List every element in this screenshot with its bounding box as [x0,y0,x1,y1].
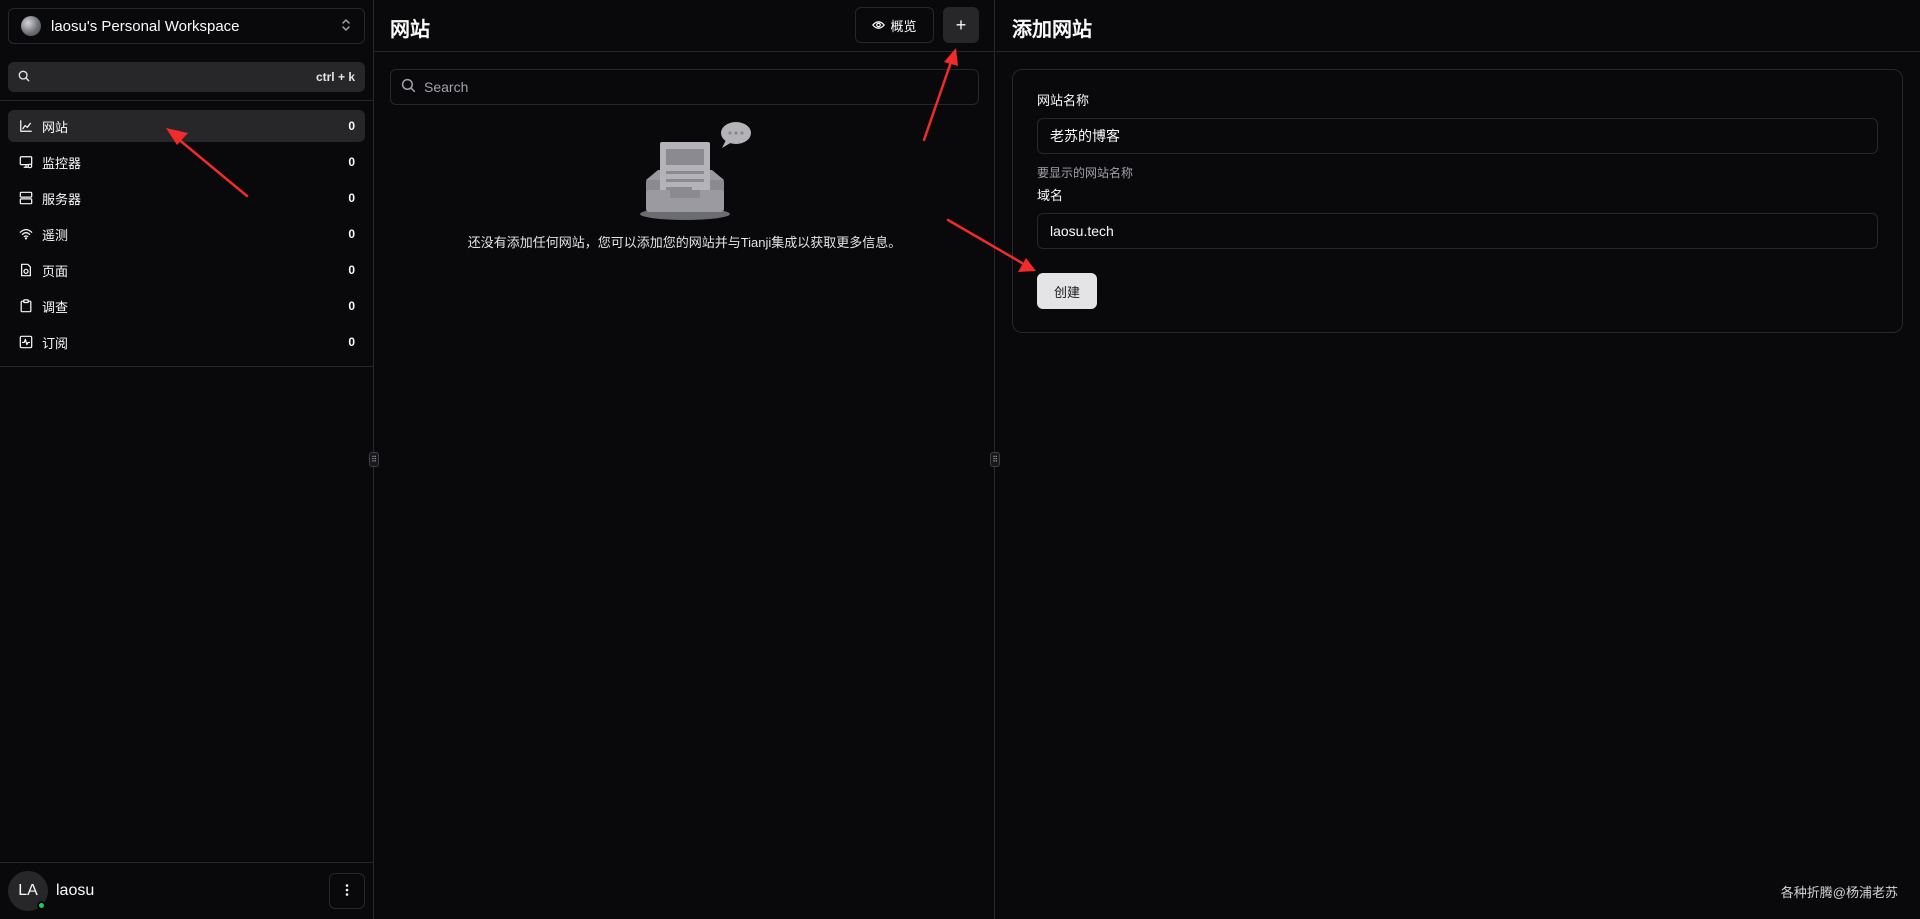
sidebar-item-label: 页面 [42,263,69,279]
sidebar-item-label: 遥测 [42,227,69,243]
search-icon [401,78,416,96]
sidebar-item-count: 0 [348,119,355,133]
workspace-avatar [21,16,41,36]
file-icon [18,262,34,278]
eye-icon [872,18,886,33]
sidebar-item-count: 0 [348,299,355,313]
workspace-switcher[interactable]: laosu's Personal Workspace [8,8,365,44]
add-website-header: 添加网站 [996,0,1920,52]
sidebar-item-count: 0 [348,227,355,241]
sidebar-item-count: 0 [348,263,355,277]
website-name-hint: 要显示的网站名称 [1037,166,1134,180]
website-name-label: 网站名称 [1037,93,1090,108]
sidebar-item-websites[interactable]: 网站 0 [8,110,365,142]
overview-label: 概览 [890,18,917,34]
wifi-icon [18,226,34,242]
server-icon [18,190,34,206]
sidebar-item-label: 监控器 [42,155,82,171]
sidebar: laosu's Personal Workspace ctrl + k 网站 0 [0,0,374,919]
domain-label: 域名 [1037,188,1064,203]
sidebar-item-label: 调查 [42,299,69,315]
user-menu-button[interactable] [329,873,365,909]
sidebar-item-label: 网站 [42,119,69,135]
sidebar-item-subscriptions[interactable]: 订阅 0 [8,326,365,358]
clipboard-icon [18,298,34,314]
website-name-field[interactable] [1037,118,1878,154]
add-website-form: 网站名称 要显示的网站名称 域名 创建 [1012,69,1903,333]
websites-header: 网站 概览 + [374,0,995,52]
avatar-initials: LA [18,882,38,899]
sidebar-item-surveys[interactable]: 调查 0 [8,290,365,322]
add-website-button[interactable]: + [943,7,979,43]
sidebar-item-count: 0 [348,335,355,349]
chevrons-up-down-icon [340,18,352,35]
user-name: laosu [56,882,95,899]
app-root: laosu's Personal Workspace ctrl + k 网站 0 [0,0,1920,919]
sidebar-divider [0,366,373,367]
search-shortcut: ctrl + k [315,70,355,84]
more-vertical-icon [345,883,349,900]
search-icon [18,70,30,85]
online-status-dot [37,901,46,910]
sidebar-item-count: 0 [348,191,355,205]
overview-button[interactable]: 概览 [855,7,934,43]
add-website-panel: 添加网站 网站名称 要显示的网站名称 域名 创建 各种折腾@杨浦老苏 [996,0,1920,919]
sidebar-item-telemetry[interactable]: 遥测 0 [8,218,365,250]
sidebar-item-monitors[interactable]: 监控器 0 [8,146,365,178]
create-button[interactable]: 创建 [1037,273,1097,309]
empty-state-illustration [640,118,755,223]
sidebar-nav: 网站 0 监控器 0 服务器 0 遥测 0 页面 0 调查 0 订阅 0 [8,110,365,362]
sidebar-divider [0,100,373,101]
workspace-name: laosu's Personal Workspace [51,17,240,35]
search-input[interactable] [424,79,968,95]
domain-field[interactable] [1037,213,1878,249]
monitor-icon [18,154,34,170]
sidebar-item-label: 订阅 [42,335,69,351]
chart-line-icon [18,118,34,134]
websites-panel: 网站 概览 + Search 还没有添加任何网站，您可以添加您的网站并与Tian… [374,0,995,919]
sidebar-item-count: 0 [348,155,355,169]
website-search-field[interactable] [390,69,979,105]
sidebar-item-servers[interactable]: 服务器 0 [8,182,365,214]
watermark-text: 各种折腾@杨浦老苏 [1780,885,1898,900]
avatar[interactable]: LA [8,871,48,911]
plus-icon: + [955,14,967,35]
user-bar: LA laosu [0,862,373,919]
activity-square-icon [18,334,34,350]
empty-state-message: 还没有添加任何网站，您可以添加您的网站并与Tianji集成以获取更多信息。 [467,235,902,250]
sidebar-search[interactable]: ctrl + k [8,62,365,92]
sidebar-item-pages[interactable]: 页面 0 [8,254,365,286]
page-title: 网站 [390,19,430,41]
sidebar-item-label: 服务器 [42,191,82,207]
panel-title: 添加网站 [1012,19,1092,41]
